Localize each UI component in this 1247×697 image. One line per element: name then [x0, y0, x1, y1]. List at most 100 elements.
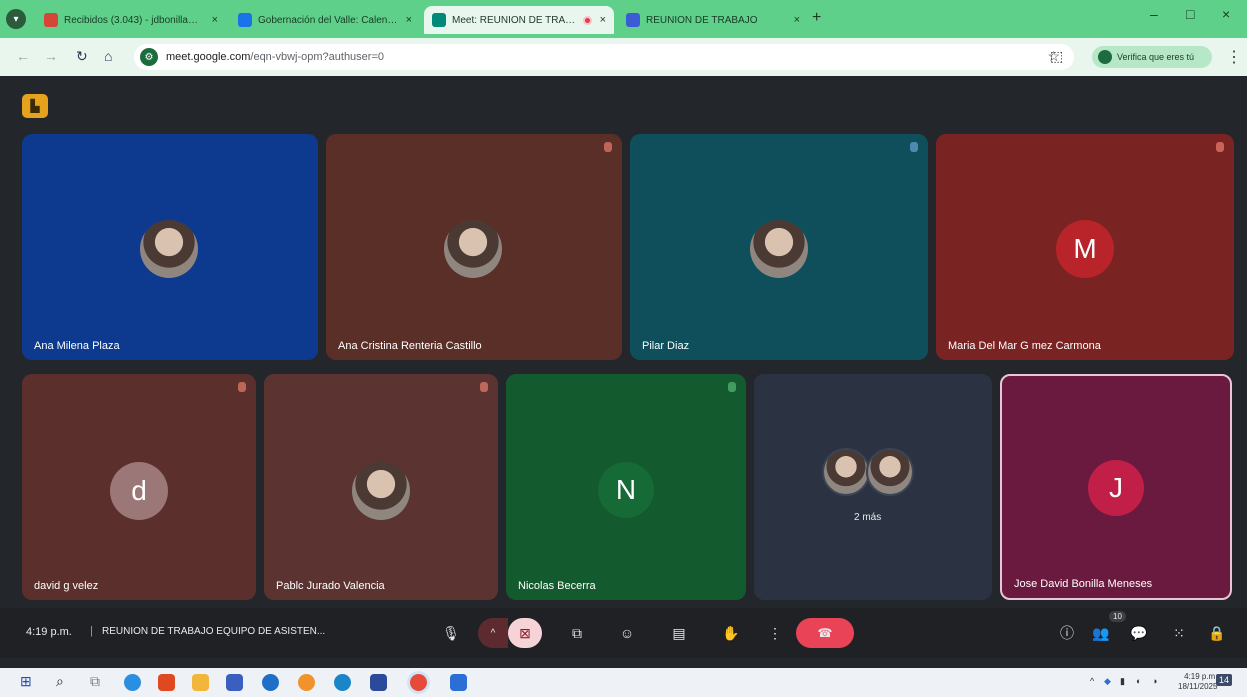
chat-button[interactable]: 💬 — [1124, 618, 1154, 648]
reactions-button[interactable]: ☺ — [612, 618, 642, 648]
address-toolbar: ← → ↻ ⌂ ⚙ meet.google.com/eqn-vbwj-opm?a… — [0, 38, 1247, 76]
participant-tile[interactable]: Pablc Jurado Valencia — [264, 374, 498, 600]
raise-hand-button[interactable]: ✋ — [716, 618, 746, 648]
tray-network-icon[interactable]: ◐ — [1136, 676, 1141, 686]
close-icon[interactable]: × — [794, 14, 800, 26]
meet-icon — [432, 13, 446, 27]
close-icon[interactable]: × — [212, 14, 218, 26]
extensions-icon[interactable]: ⬚ — [1050, 48, 1063, 65]
task-view-icon[interactable]: ⧉ — [90, 673, 100, 690]
participant-tile[interactable]: d david g velez — [22, 374, 256, 600]
app-icon[interactable] — [298, 674, 315, 691]
file-explorer-icon[interactable] — [192, 674, 209, 691]
meet-control-bar: 4:19 p.m. | REUNION DE TRABAJO EQUIPO DE… — [0, 608, 1247, 658]
calendar-icon — [238, 13, 252, 27]
more-participants-avatars — [822, 448, 914, 496]
store-icon[interactable] — [226, 674, 243, 691]
site-info-icon[interactable]: ⚙ — [140, 48, 158, 66]
more-participants-tile[interactable]: 2 más — [754, 374, 992, 600]
participant-name: Maria Del Mar G mez Carmona — [948, 340, 1101, 352]
tray-shield-icon[interactable]: ◆ — [1104, 676, 1111, 687]
gmail-icon — [44, 13, 58, 27]
tab-gmail[interactable]: Recibidos (3.043) - jdbonilla@... × — [36, 6, 226, 34]
more-options-button[interactable]: ⋮ — [760, 618, 790, 648]
tab-docs[interactable]: REUNION DE TRABAJO × — [618, 6, 808, 34]
start-menu-icon[interactable]: ⊞ — [20, 673, 32, 690]
participant-name: Jose David Bonilla Meneses — [1014, 578, 1153, 590]
close-icon[interactable]: × — [406, 14, 412, 26]
edge-icon[interactable] — [334, 674, 351, 691]
more-participants-label: 2 más — [854, 512, 882, 523]
muted-mic-icon — [238, 382, 246, 392]
separator: | — [90, 625, 93, 637]
browser-tab-bar: ▾ Recibidos (3.043) - jdbonilla@... × Go… — [0, 0, 1247, 38]
camera-off-button[interactable]: ⊠ — [508, 618, 542, 648]
participant-tile[interactable]: Ana Cristina Renteria Castillo — [326, 134, 622, 360]
participant-avatar — [444, 220, 502, 278]
new-tab-button[interactable]: + — [812, 9, 821, 27]
participant-tile-self[interactable]: J Jose David Bonilla Meneses — [1000, 374, 1232, 600]
leave-call-button[interactable]: ☎ — [796, 618, 854, 648]
search-icon[interactable]: ⌕ — [56, 673, 64, 690]
present-screen-button[interactable]: ⧉ — [562, 618, 592, 648]
tab-title: Recibidos (3.043) - jdbonilla@... — [64, 14, 204, 26]
back-icon[interactable]: ← — [16, 48, 30, 64]
speaking-icon — [910, 142, 918, 152]
close-window-button[interactable]: × — [1222, 6, 1230, 22]
tab-meet[interactable]: Meet: REUNION DE TRABA... × — [424, 6, 614, 34]
office-icon[interactable] — [158, 674, 175, 691]
tab-search-icon[interactable]: ▾ — [6, 9, 26, 29]
close-icon[interactable]: × — [600, 14, 606, 26]
participant-avatar — [822, 448, 870, 496]
camera-options-button[interactable]: ^ — [478, 618, 508, 648]
muted-mic-icon — [480, 382, 488, 392]
notification-center-icon[interactable]: 14 — [1216, 674, 1233, 686]
participant-avatar — [352, 462, 410, 520]
outlook-icon[interactable] — [262, 674, 279, 691]
app-icon[interactable] — [450, 674, 467, 691]
participant-tile[interactable]: N Nicolas Becerra — [506, 374, 746, 600]
home-icon[interactable]: ⌂ — [104, 48, 112, 64]
url-bar[interactable]: ⚙ meet.google.com/eqn-vbwj-opm?authuser=… — [134, 44, 1074, 70]
host-controls-button[interactable]: 🔒 — [1202, 618, 1232, 648]
participant-tile[interactable]: Pilar Diaz — [630, 134, 928, 360]
participant-name: Nicolas Becerra — [518, 580, 596, 592]
participant-name: Ana Cristina Renteria Castillo — [338, 340, 482, 352]
meeting-clock: 4:19 p.m. — [26, 626, 72, 638]
people-count-badge: 10 — [1109, 611, 1126, 622]
participant-tile[interactable]: Ana Milena Plaza — [22, 134, 318, 360]
captions-button[interactable]: ▤ — [664, 618, 694, 648]
profile-chip-label: Verifica que eres tú — [1117, 52, 1195, 62]
activities-button[interactable]: ⁙ — [1164, 618, 1194, 648]
people-button[interactable]: 👥 — [1086, 618, 1116, 648]
participant-avatar — [750, 220, 808, 278]
tray-volume-icon[interactable]: ◑ — [1152, 676, 1157, 686]
participant-tile[interactable]: M Maria Del Mar G mez Carmona — [936, 134, 1234, 360]
participant-avatar — [140, 220, 198, 278]
participant-name: Pablc Jurado Valencia — [276, 580, 385, 592]
tab-calendar[interactable]: Gobernación del Valle: Calend... × — [230, 6, 420, 34]
profile-chip[interactable]: Verifica que eres tú — [1092, 46, 1212, 68]
tray-clock[interactable]: 4:19 p.m. 18/11/2025 — [1178, 672, 1217, 692]
meet-activity-badge-icon[interactable]: ▙ — [22, 94, 48, 118]
chrome-icon[interactable] — [410, 674, 427, 691]
participant-avatar: M — [1056, 220, 1114, 278]
muted-mic-icon — [1216, 142, 1224, 152]
tab-title: Gobernación del Valle: Calend... — [258, 14, 398, 26]
tab-title: Meet: REUNION DE TRABA... — [452, 14, 577, 26]
widgets-icon[interactable] — [124, 674, 141, 691]
microphone-button[interactable]: 🎙 — [436, 618, 466, 648]
browser-menu-icon[interactable]: ⋮ — [1226, 47, 1242, 67]
participant-avatar: J — [1088, 460, 1144, 516]
reload-icon[interactable]: ↻ — [76, 48, 88, 65]
windows-taskbar: ⊞ ⌕ ⧉ ^ ◆ ▮ ◐ ◑ 4:19 p.m. 18/11/2025 14 — [0, 668, 1247, 697]
forward-icon[interactable]: → — [44, 48, 58, 64]
app-icon[interactable] — [370, 674, 387, 691]
url-text: meet.google.com/eqn-vbwj-opm?authuser=0 — [166, 51, 384, 63]
minimize-button[interactable]: – — [1150, 6, 1158, 22]
tray-chevron-icon[interactable]: ^ — [1090, 676, 1094, 686]
meeting-info-button[interactable]: ⓘ — [1052, 618, 1082, 648]
docs-icon — [626, 13, 640, 27]
maximize-button[interactable]: □ — [1186, 6, 1194, 22]
tray-battery-icon[interactable]: ▮ — [1120, 676, 1125, 687]
